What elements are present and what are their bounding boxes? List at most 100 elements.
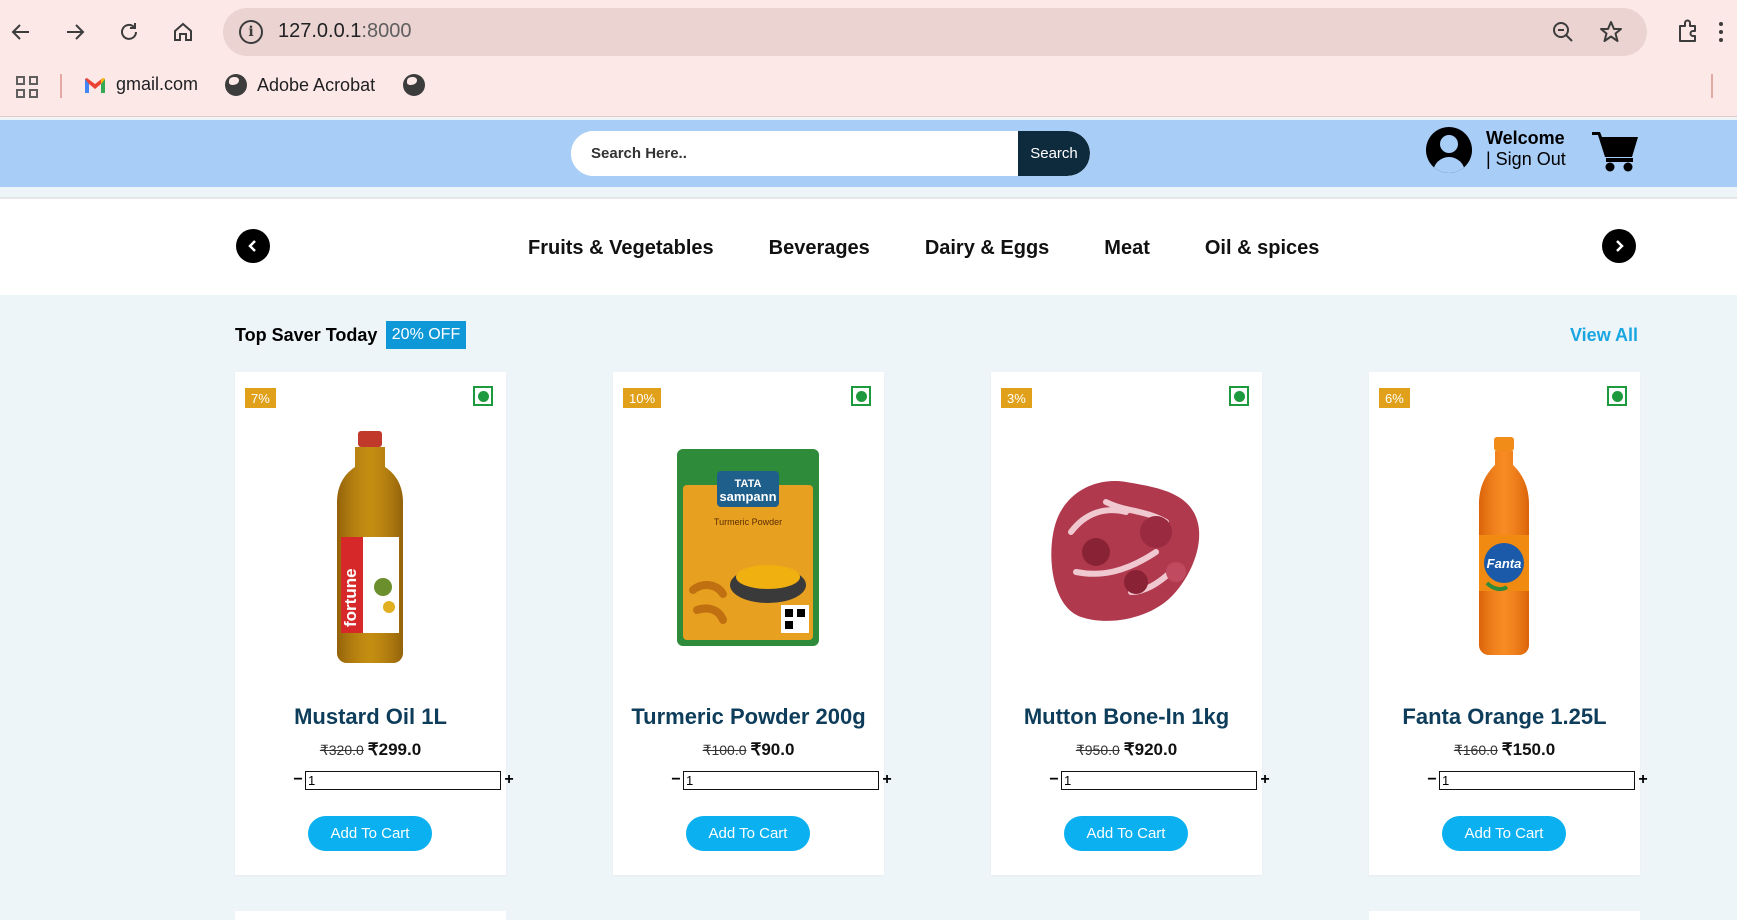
add-to-cart-button[interactable]: Add To Cart [686, 816, 810, 851]
quantity-input[interactable] [305, 771, 501, 790]
product-image[interactable]: TATA sampann Turmeric Powder [648, 432, 848, 662]
search-input[interactable] [571, 131, 1018, 176]
back-icon[interactable] [3, 14, 39, 50]
product-card: 6% Fanta Fanta Orange 1.25L ₹160.0 ₹150.0… [1369, 372, 1648, 875]
product-image[interactable] [1026, 432, 1226, 662]
decrement-button[interactable]: − [290, 768, 306, 792]
quantity-stepper: − + [668, 768, 898, 792]
product-card: 7% fortune Mustard Oil 1L ₹320.0 ₹299.0 −… [235, 372, 514, 875]
decrement-button[interactable]: − [668, 768, 684, 792]
category-item[interactable]: Fruits & Vegetables [528, 237, 714, 260]
old-price: ₹950.0 [1075, 742, 1120, 758]
category-next-button[interactable] [1602, 229, 1636, 263]
apps-icon[interactable] [16, 76, 38, 98]
category-prev-button[interactable] [236, 229, 270, 263]
discount-badge: 20% OFF [386, 321, 466, 349]
discount-tag: 6% [1379, 388, 1410, 408]
veg-icon [1607, 386, 1627, 406]
search-bar: Search [571, 131, 1090, 176]
old-price: ₹160.0 [1453, 742, 1498, 758]
quantity-stepper: − + [1424, 768, 1654, 792]
extensions-icon[interactable] [1672, 14, 1706, 48]
browser-chrome: i 127.0.0.1:8000 gmail.com Adobe Acrobat [0, 0, 1737, 117]
product-card: 10% TATA sampann Turmeric Powder Turmeri… [613, 372, 892, 875]
discount-tag: 3% [1001, 388, 1032, 408]
brand-label: fortune [341, 568, 360, 627]
increment-button[interactable]: + [1257, 768, 1273, 792]
product-image[interactable]: fortune [270, 431, 470, 663]
product-card [1369, 911, 1640, 920]
bookmark-gmail[interactable]: gmail.com [84, 74, 198, 95]
category-list: Fruits & Vegetables Beverages Dairy & Eg… [528, 237, 1319, 260]
old-price: ₹100.0 [702, 742, 747, 758]
product-price: ₹100.0 ₹90.0 [613, 740, 884, 760]
chevron-right-icon [1616, 240, 1624, 252]
section-title: Top Saver Today [235, 325, 378, 345]
product-card: 3% Mutton Bone-In 1kg ₹950.0₹920.0 − + A… [991, 372, 1270, 875]
current-price: ₹299.0 [367, 740, 422, 759]
site-header: Search Welcome | Sign Out [0, 120, 1737, 187]
bookmark-globe[interactable] [403, 74, 425, 96]
brand-label: Fanta [1487, 556, 1522, 571]
site-info-icon[interactable]: i [239, 20, 263, 44]
category-item[interactable]: Meat [1104, 237, 1150, 260]
current-price: ₹920.0 [1123, 740, 1178, 759]
increment-button[interactable]: + [1635, 768, 1651, 792]
quantity-stepper: − + [1046, 768, 1276, 792]
browser-menu-icon[interactable] [1719, 22, 1723, 46]
search-button[interactable]: Search [1018, 131, 1090, 176]
bookmark-adobe-acrobat[interactable]: Adobe Acrobat [225, 74, 375, 96]
product-name[interactable]: Turmeric Powder 200g [613, 704, 884, 730]
view-all-link[interactable]: View All [1570, 325, 1638, 346]
zoom-icon[interactable] [1549, 18, 1577, 46]
product-price: ₹950.0 ₹920.0 [991, 740, 1262, 760]
category-item[interactable]: Oil & spices [1205, 237, 1320, 260]
bookmarks-bar: gmail.com Adobe Acrobat [0, 68, 1737, 104]
product-name[interactable]: Fanta Orange 1.25L [1369, 704, 1640, 730]
veg-icon [1229, 386, 1249, 406]
decrement-button[interactable]: − [1046, 768, 1062, 792]
product-name[interactable]: Mustard Oil 1L [235, 704, 506, 730]
add-to-cart-button[interactable]: Add To Cart [1442, 816, 1566, 851]
product-price: ₹320.0 ₹299.0 [235, 740, 506, 760]
bookmark-star-icon[interactable] [1597, 18, 1625, 46]
quantity-input[interactable] [683, 771, 879, 790]
add-to-cart-button[interactable]: Add To Cart [308, 816, 432, 851]
globe-icon [225, 74, 247, 96]
gmail-icon [85, 77, 105, 93]
old-price: ₹320.0 [319, 742, 364, 758]
url-text[interactable]: 127.0.0.1:8000 [278, 20, 411, 43]
quantity-input[interactable] [1061, 771, 1257, 790]
product-card [235, 911, 506, 920]
veg-icon [851, 386, 871, 406]
reload-icon[interactable] [111, 14, 147, 50]
cart-icon[interactable] [1592, 129, 1640, 173]
bookmarks-divider [1711, 74, 1713, 98]
sign-out-link[interactable]: | Sign Out [1486, 149, 1566, 170]
decrement-button[interactable]: − [1424, 768, 1440, 792]
add-to-cart-button[interactable]: Add To Cart [1064, 816, 1188, 851]
quantity-input[interactable] [1439, 771, 1635, 790]
current-price: ₹90.0 [750, 740, 795, 759]
welcome-text: Welcome [1486, 128, 1565, 148]
bookmark-label: Adobe Acrobat [257, 74, 376, 95]
veg-icon [473, 386, 493, 406]
user-avatar-icon[interactable] [1426, 127, 1472, 173]
bookmark-label: gmail.com [116, 74, 199, 94]
discount-tag: 7% [245, 388, 276, 408]
home-icon[interactable] [165, 14, 201, 50]
current-price: ₹150.0 [1501, 740, 1556, 759]
category-bar: Fruits & Vegetables Beverages Dairy & Eg… [0, 197, 1737, 295]
category-item[interactable]: Beverages [769, 237, 870, 260]
increment-button[interactable]: + [501, 768, 517, 792]
chevron-left-icon [248, 240, 256, 252]
brand-label: sampann [719, 489, 776, 504]
address-bar[interactable]: i 127.0.0.1:8000 [223, 8, 1647, 56]
increment-button[interactable]: + [879, 768, 895, 792]
discount-tag: 10% [623, 388, 662, 408]
quantity-stepper: − + [290, 768, 520, 792]
category-item[interactable]: Dairy & Eggs [925, 237, 1049, 260]
product-name[interactable]: Mutton Bone-In 1kg [991, 704, 1262, 730]
product-image[interactable]: Fanta [1404, 432, 1604, 662]
forward-icon[interactable] [57, 14, 93, 50]
